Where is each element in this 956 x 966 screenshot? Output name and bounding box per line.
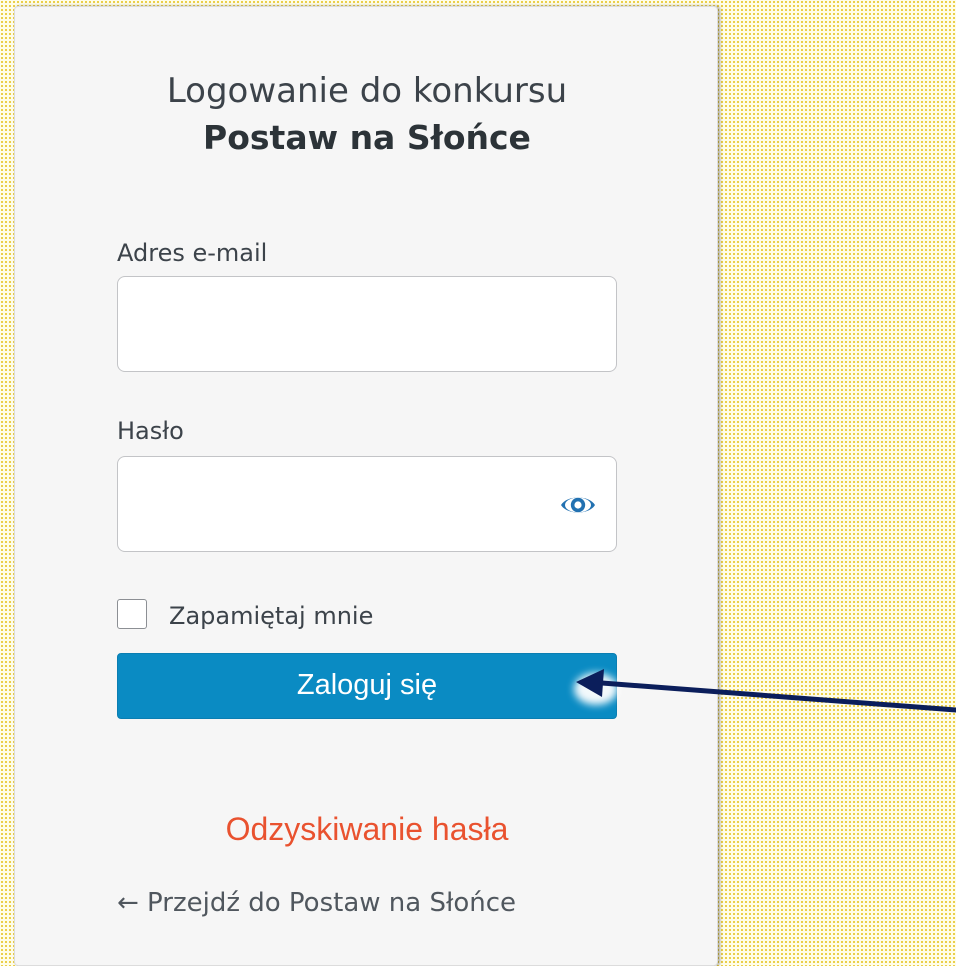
email-field[interactable] xyxy=(118,277,616,371)
back-to-site-link[interactable]: ← Przejdź do Postaw na Słońce xyxy=(117,888,516,918)
email-label: Adres e-mail xyxy=(117,239,268,267)
remember-label: Zapamiętaj mnie xyxy=(169,602,374,630)
login-button[interactable]: Zaloguj się xyxy=(117,653,617,719)
eye-icon[interactable] xyxy=(558,485,598,525)
password-field[interactable] xyxy=(118,457,616,551)
remember-checkbox[interactable] xyxy=(117,599,147,629)
login-title: Logowanie do konkursu xyxy=(166,71,568,111)
login-card: Logowanie do konkursu Postaw na Słońce A… xyxy=(14,6,718,966)
password-field-box xyxy=(117,456,617,552)
email-field-box xyxy=(117,276,617,372)
contest-name: Postaw na Słońce xyxy=(203,118,531,157)
password-label: Hasło xyxy=(117,417,184,445)
password-recovery-link[interactable]: Odzyskiwanie hasła xyxy=(15,811,719,848)
